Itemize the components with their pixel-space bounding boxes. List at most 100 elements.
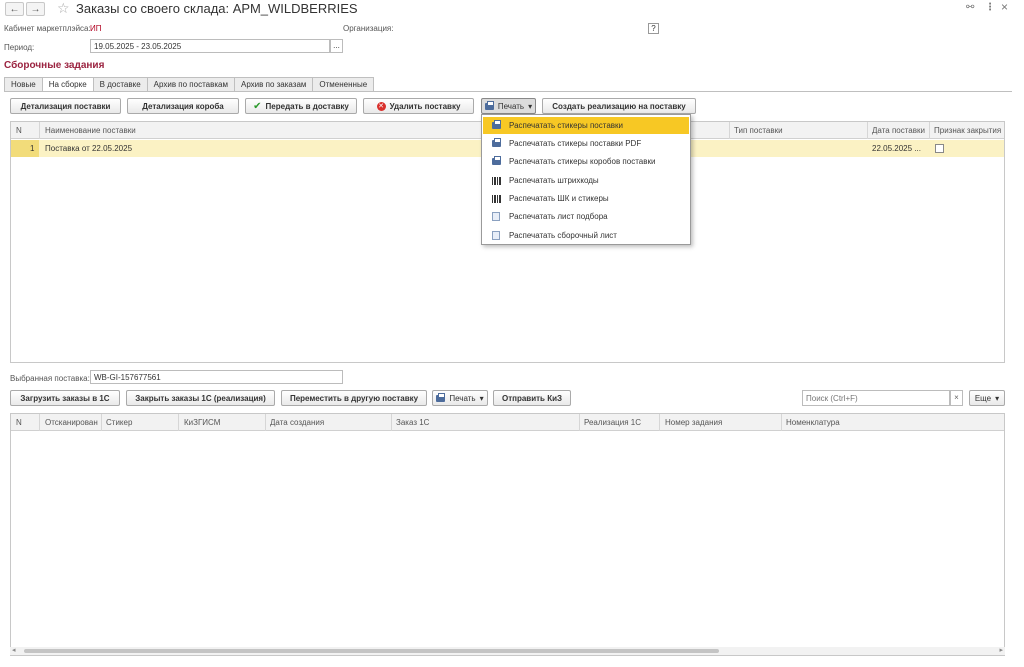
move-supply-button[interactable]: Переместить в другую поставку	[281, 390, 427, 406]
col-supply-type[interactable]: Тип поставки	[734, 126, 783, 135]
menu-item-print-picking-list[interactable]: Распечатать лист подбора	[483, 208, 689, 225]
close-orders-button[interactable]: Закрыть заказы 1С (реализация)	[126, 390, 275, 406]
print-dropdown-menu: Распечатать стикеры поставки Распечатать…	[481, 114, 691, 245]
forward-arrow-icon: →	[30, 3, 41, 15]
menu-item-print-supply-stickers-pdf[interactable]: Распечатать стикеры поставки PDF	[483, 135, 689, 152]
detail-supply-label: Детализация поставки	[20, 101, 111, 111]
closed-checkbox[interactable]	[935, 144, 944, 153]
col-order-1c[interactable]: Заказ 1С	[396, 418, 429, 427]
col-closed-flag[interactable]: Признак закрытия	[934, 126, 1001, 135]
delete-supply-label: Удалить поставку	[389, 101, 461, 111]
menu-item-print-barcodes[interactable]: Распечатать штрихкоды	[483, 172, 689, 189]
scroll-left-icon[interactable]: ◂	[12, 646, 16, 654]
link-icon[interactable]: ⚯	[966, 2, 974, 13]
print-menu-button[interactable]: Печать ▾	[481, 98, 536, 114]
col-divider	[729, 122, 730, 139]
row-number: 1	[30, 144, 35, 153]
col-kiz-gism[interactable]: КиЗГИСМ	[184, 418, 220, 427]
tab-archive-supplies[interactable]: Архив по поставкам	[146, 77, 234, 92]
printer-icon	[491, 138, 501, 147]
row-number-cell	[11, 140, 39, 157]
menu-item-label: Распечатать стикеры поставки	[509, 121, 623, 130]
detail-box-label: Детализация короба	[142, 101, 224, 111]
col-created-date[interactable]: Дата создания	[270, 418, 324, 427]
period-select-button[interactable]: ...	[330, 39, 343, 53]
back-arrow-icon: ←	[9, 3, 20, 15]
period-label: Период:	[4, 43, 35, 52]
send-kiz-button[interactable]: Отправить КиЗ	[493, 390, 571, 406]
col-divider	[39, 414, 40, 431]
col-nomenclature[interactable]: Номенклатура	[786, 418, 840, 427]
detail-box-button[interactable]: Детализация короба	[127, 98, 239, 114]
create-sale-label: Создать реализацию на поставку	[552, 101, 686, 111]
horizontal-scrollbar[interactable]: ◂ ▸	[10, 647, 1005, 655]
forward-button[interactable]: →	[26, 2, 45, 16]
clear-search-button[interactable]: ×	[950, 390, 963, 406]
orders-print-label: Печать	[449, 393, 476, 403]
create-sale-button[interactable]: Создать реализацию на поставку	[542, 98, 696, 114]
tab-assembly[interactable]: На сборке	[41, 77, 93, 92]
printer-icon	[436, 392, 446, 402]
back-button[interactable]: ←	[5, 2, 24, 16]
col-divider	[39, 122, 40, 139]
more-button[interactable]: Еще ▾	[969, 390, 1005, 406]
scroll-right-icon[interactable]: ▸	[999, 646, 1003, 654]
cabinet-value-link[interactable]: ИП	[90, 24, 102, 33]
supply-name-cell: Поставка от 22.05.2025	[45, 144, 133, 153]
col-n[interactable]: N	[16, 418, 22, 427]
col-divider	[929, 122, 930, 139]
menu-item-print-barcodes-and-stickers[interactable]: Распечатать ШК и стикеры	[483, 190, 689, 207]
menu-item-label: Распечатать лист подбора	[509, 212, 608, 221]
detail-supply-button[interactable]: Детализация поставки	[10, 98, 121, 114]
print-label: Печать	[497, 101, 525, 111]
send-delivery-button[interactable]: ✔ Передать в доставку	[245, 98, 357, 114]
move-supply-label: Переместить в другую поставку	[289, 393, 419, 403]
favorite-star-icon[interactable]: ☆	[57, 0, 70, 17]
col-divider	[391, 414, 392, 431]
col-divider	[781, 414, 782, 431]
load-orders-button[interactable]: Загрузить заказы в 1С	[10, 390, 120, 406]
dropdown-arrow-icon: ▾	[479, 393, 484, 403]
section-title: Сборочные задания	[4, 60, 105, 71]
col-supply-date[interactable]: Дата поставки	[872, 126, 925, 135]
tab-new[interactable]: Новые	[4, 77, 42, 92]
help-button[interactable]: ?	[648, 23, 659, 34]
col-n[interactable]: N	[16, 126, 22, 135]
printer-icon	[484, 100, 494, 110]
menu-item-label: Распечатать сборочный лист	[509, 231, 617, 240]
menu-item-label: Распечатать стикеры поставки PDF	[509, 139, 642, 148]
orders-table[interactable]: N Отсканирован Стикер КиЗГИСМ Дата созда…	[10, 413, 1005, 656]
dropdown-arrow-icon: ▾	[528, 101, 533, 111]
orders-table-header: N Отсканирован Стикер КиЗГИСМ Дата созда…	[11, 414, 1004, 431]
col-sale-1c[interactable]: Реализация 1С	[584, 418, 641, 427]
printer-icon	[491, 120, 501, 129]
document-icon	[492, 231, 500, 240]
orders-print-button[interactable]: Печать ▾	[432, 390, 488, 406]
document-icon	[492, 212, 500, 221]
menu-item-label: Распечатать штрихкоды	[509, 176, 599, 185]
window-title: Заказы со своего склада: АРМ_WILDBERRIES	[76, 1, 358, 16]
cabinet-label: Кабинет маркетплэйса:	[4, 24, 91, 33]
close-icon[interactable]: ×	[1001, 0, 1008, 14]
tab-cancelled[interactable]: Отмененные	[312, 77, 375, 92]
menu-item-print-supply-stickers[interactable]: Распечатать стикеры поставки	[483, 117, 689, 134]
tab-delivery[interactable]: В доставке	[92, 77, 147, 92]
period-field[interactable]: 19.05.2025 - 23.05.2025	[90, 39, 330, 53]
delete-supply-button[interactable]: ✕ Удалить поставку	[363, 98, 474, 114]
menu-item-print-assembly-sheet[interactable]: Распечатать сборочный лист	[483, 227, 689, 244]
dropdown-arrow-icon: ▾	[995, 393, 1000, 403]
col-task-number[interactable]: Номер задания	[665, 418, 722, 427]
supply-date-cell: 22.05.2025 ...	[872, 144, 921, 153]
more-label: Еще	[974, 393, 992, 403]
search-input[interactable]	[802, 390, 950, 406]
scrollbar-thumb[interactable]	[24, 649, 719, 653]
tab-archive-orders[interactable]: Архив по заказам	[233, 77, 313, 92]
more-menu-icon[interactable]: ⋮	[985, 2, 995, 13]
selected-supply-field[interactable]: WB-GI-157677561	[90, 370, 343, 384]
col-divider	[579, 414, 580, 431]
col-sticker[interactable]: Стикер	[106, 418, 132, 427]
menu-item-print-box-stickers[interactable]: Распечатать стикеры коробов поставки	[483, 153, 689, 170]
col-scanned[interactable]: Отсканирован	[45, 418, 98, 427]
send-kiz-label: Отправить КиЗ	[501, 393, 562, 403]
col-supply-name[interactable]: Наименование поставки	[45, 126, 136, 135]
